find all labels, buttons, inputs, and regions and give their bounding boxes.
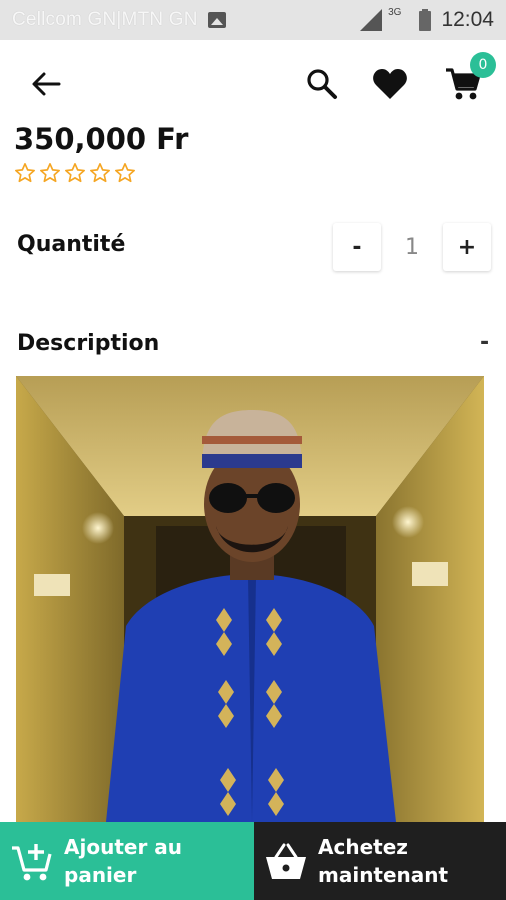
quantity-value: 1	[405, 234, 419, 260]
search-button[interactable]	[300, 62, 344, 106]
image-notification-icon	[207, 12, 226, 28]
buy-now-label: Achetez maintenant	[318, 833, 448, 889]
rating-stars[interactable]	[14, 162, 136, 184]
star-icon[interactable]	[114, 162, 136, 184]
status-indicators: 3G 12:04	[360, 0, 494, 40]
star-icon[interactable]	[39, 162, 61, 184]
buy-now-label-line1: Achetez	[318, 835, 408, 859]
buy-now-button[interactable]: Achetez maintenant	[254, 822, 506, 900]
product-image	[16, 376, 484, 822]
quantity-decrease-button[interactable]: -	[333, 223, 381, 271]
description-heading: Description	[17, 331, 160, 356]
wishlist-button[interactable]	[368, 62, 412, 106]
cart-count-badge: 0	[470, 52, 496, 78]
back-button[interactable]	[24, 62, 68, 106]
battery-icon	[419, 9, 432, 31]
add-to-cart-label: Ajouter au panier	[64, 833, 182, 889]
quantity-increase-button[interactable]: +	[443, 223, 491, 271]
app-toolbar: 0	[0, 40, 506, 124]
star-icon[interactable]	[64, 162, 86, 184]
add-to-cart-icon	[12, 844, 52, 881]
buy-now-label-line2: maintenant	[318, 863, 449, 887]
carrier-name: Cellcom GN|MTN GN	[12, 9, 198, 30]
description-collapse-toggle[interactable]: -	[480, 330, 489, 355]
heart-icon	[373, 69, 407, 99]
network-type: 3G	[388, 6, 402, 18]
search-icon	[307, 69, 337, 99]
status-bar: Cellcom GN|MTN GN 3G 12:04	[0, 0, 506, 40]
quantity-label: Quantité	[17, 232, 126, 257]
add-to-cart-label-line1: Ajouter au	[64, 835, 182, 859]
signal-icon	[360, 9, 383, 31]
add-to-cart-button[interactable]: Ajouter au panier	[0, 822, 254, 900]
star-icon[interactable]	[14, 162, 36, 184]
product-price: 350,000 Fr	[14, 122, 189, 156]
add-to-cart-label-line2: panier	[64, 863, 137, 887]
clock-time: 12:04	[441, 8, 494, 31]
star-icon[interactable]	[89, 162, 111, 184]
bottom-action-bar: Ajouter au panier Achetez maintenant	[0, 822, 506, 900]
back-arrow-icon	[32, 72, 61, 96]
basket-icon	[266, 843, 306, 879]
